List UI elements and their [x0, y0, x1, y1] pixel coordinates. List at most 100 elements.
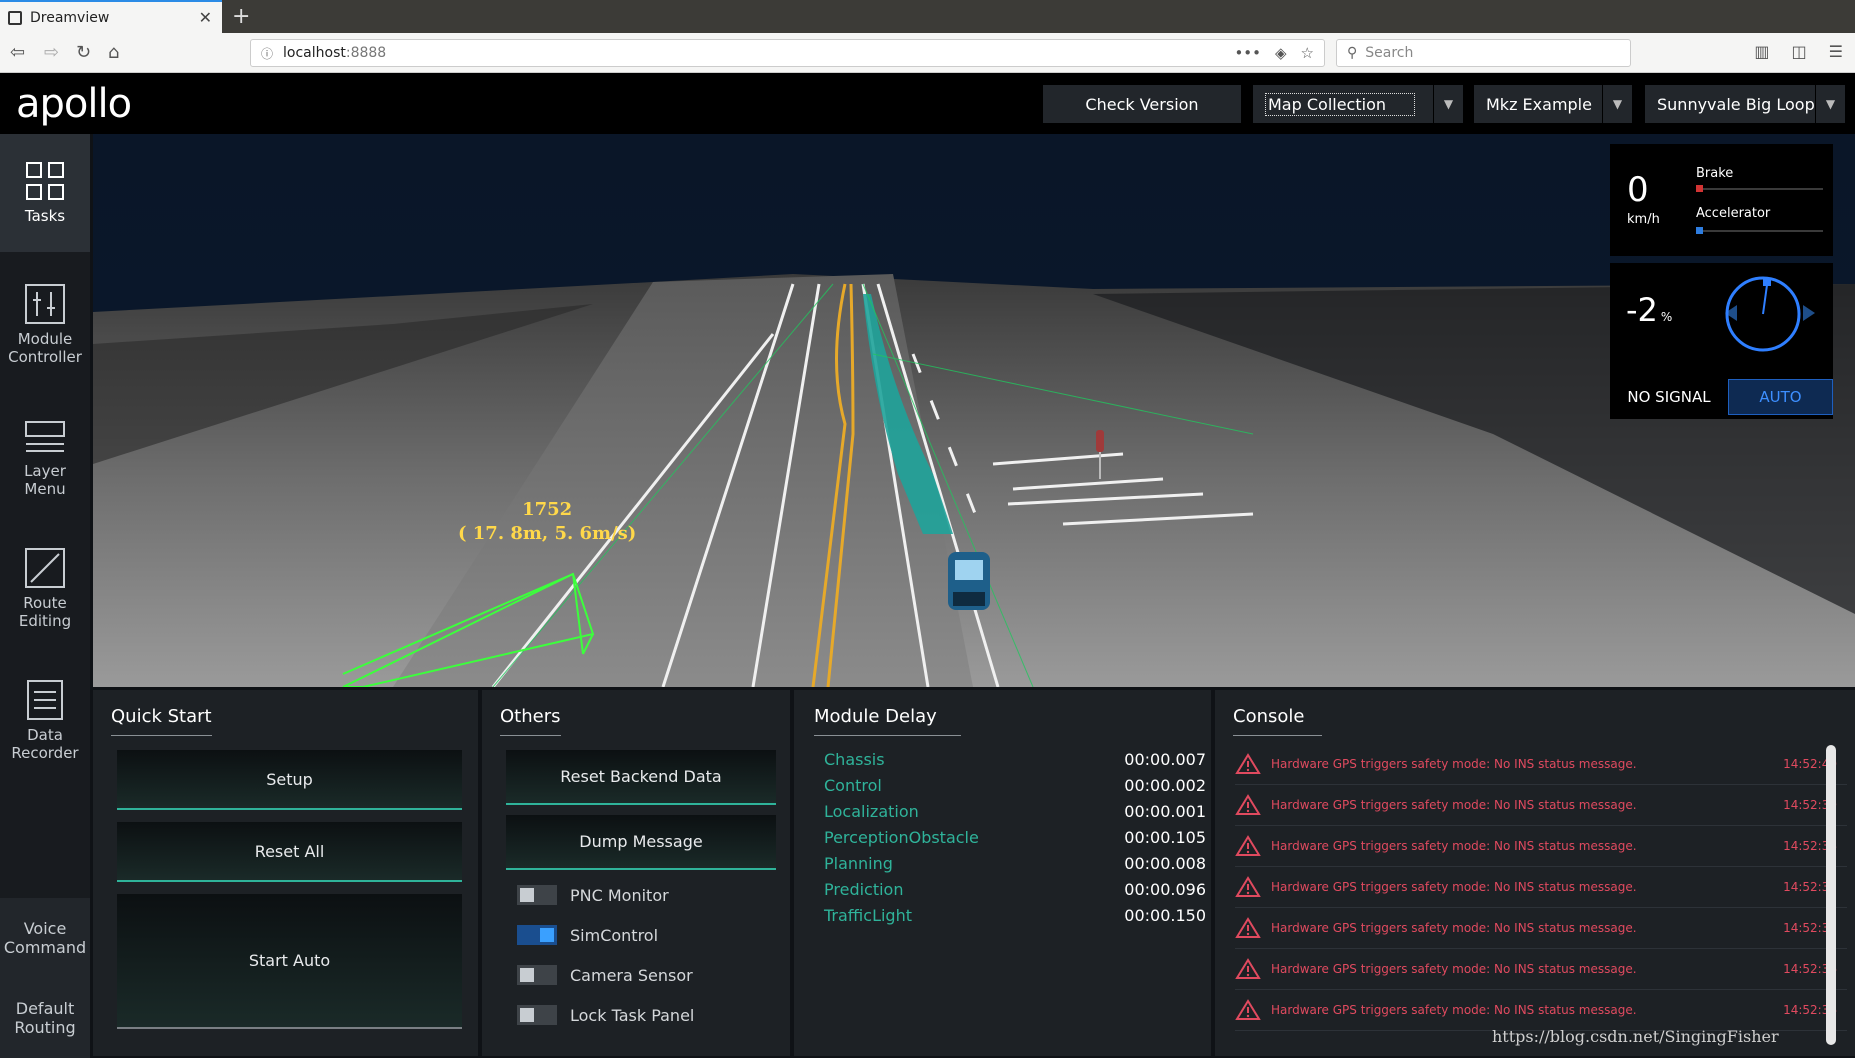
accelerator-indicator — [1696, 227, 1703, 234]
sidebar-item-module-controller[interactable]: Module Controller — [0, 266, 90, 384]
check-version-button[interactable]: Check Version — [1043, 85, 1241, 123]
console-scrollbar[interactable] — [1826, 745, 1836, 1045]
tasks-icon — [26, 162, 64, 200]
speed-panel: 0 km/h Brake Accelerator — [1610, 144, 1833, 256]
watermark: https://blog.csdn.net/SingingFisher — [1492, 1027, 1779, 1046]
mode-select[interactable]: Map Collection ▼ — [1253, 85, 1463, 123]
reset-backend-data-button[interactable]: Reset Backend Data — [506, 750, 776, 805]
sidebar: Tasks Module Controller Layer Menu Route… — [0, 134, 90, 1058]
lock-task-panel-toggle[interactable]: Lock Task Panel — [517, 1005, 694, 1025]
sidebar-toggle-icon[interactable]: ◫ — [1792, 42, 1807, 61]
delay-row: Control 00:00.002 — [824, 776, 1206, 795]
simcontrol-toggle[interactable]: SimControl — [517, 925, 658, 945]
browser-chrome: Dreamview ✕ + ⇦ ⇨ ↻ ⌂ ⓘ localhost:8888 •… — [0, 0, 1855, 73]
layer-menu-icon — [25, 421, 65, 452]
toggle-switch[interactable] — [517, 1005, 557, 1025]
toggle-switch[interactable] — [517, 965, 557, 985]
toggle-switch[interactable] — [517, 885, 557, 905]
info-icon[interactable]: ⓘ — [261, 45, 273, 62]
delay-row: PerceptionObstacle 00:00.105 — [824, 828, 1206, 847]
brake-bar — [1696, 185, 1823, 192]
home-icon[interactable]: ⌂ — [108, 42, 119, 63]
console-panel: Console Hardware GPS triggers safety mod… — [1215, 690, 1855, 1056]
new-tab-icon[interactable]: + — [232, 4, 250, 29]
accelerator-bar — [1696, 227, 1823, 234]
module-delay-title: Module Delay — [814, 706, 961, 736]
sidebar-item-data-recorder[interactable]: Data Recorder — [0, 662, 90, 780]
scene-canvas[interactable] — [93, 134, 1855, 687]
sidebar-item-layer-menu[interactable]: Layer Menu — [0, 398, 90, 516]
setup-button[interactable]: Setup — [117, 750, 462, 810]
steering-panel: -2% NO SIGNAL AUTO — [1610, 263, 1833, 419]
search-icon: ⚲ — [1347, 45, 1358, 61]
module-controller-icon — [25, 284, 65, 324]
steering-readout: -2% — [1626, 291, 1672, 329]
search-placeholder: Search — [1365, 45, 1414, 61]
data-recorder-icon — [27, 680, 63, 720]
sidebar-item-route-editing[interactable]: Route Editing — [0, 530, 90, 648]
tab-title: Dreamview — [30, 9, 110, 26]
close-tab-icon[interactable]: ✕ — [199, 8, 212, 27]
bookmark-star-icon[interactable]: ☆ — [1301, 44, 1314, 62]
speed-unit: km/h — [1627, 212, 1660, 227]
library-icon[interactable]: ▥ — [1754, 42, 1769, 61]
app-header: apollo Check Version Map Collection ▼ Mk… — [0, 73, 1855, 134]
quick-start-title: Quick Start — [111, 706, 212, 736]
console-row: Hardware GPS triggers safety mode: No IN… — [1235, 867, 1847, 908]
delay-row: Localization 00:00.001 — [824, 802, 1206, 821]
scene-view[interactable]: 1752 ( 17. 8m, 5. 6m/s) — [93, 134, 1855, 687]
warning-icon — [1235, 958, 1261, 979]
steering-wheel-icon — [1725, 276, 1815, 352]
pocket-icon[interactable]: ◈ — [1275, 44, 1287, 62]
warning-icon — [1235, 876, 1261, 897]
console-row: Hardware GPS triggers safety mode: No IN… — [1235, 826, 1847, 867]
console-row: Hardware GPS triggers safety mode: No IN… — [1235, 744, 1847, 785]
pnc-monitor-toggle[interactable]: PNC Monitor — [517, 885, 669, 905]
tab-bar: Dreamview ✕ + — [0, 0, 1855, 33]
sidebar-item-tasks[interactable]: Tasks — [0, 134, 90, 252]
reset-all-button[interactable]: Reset All — [117, 822, 462, 882]
forward-icon[interactable]: ⇨ — [44, 42, 59, 63]
steering-value: -2 — [1626, 291, 1658, 329]
route-editing-icon — [25, 548, 65, 588]
obstacle-label: 1752 ( 17. 8m, 5. 6m/s) — [458, 498, 636, 546]
delay-row: Chassis 00:00.007 — [824, 750, 1206, 769]
obstacle-info: ( 17. 8m, 5. 6m/s) — [458, 523, 637, 544]
voice-command-button[interactable]: Voice Command — [0, 898, 90, 978]
delay-row: Prediction 00:00.096 — [824, 880, 1206, 899]
chevron-down-icon[interactable]: ▼ — [1602, 85, 1632, 123]
chevron-down-icon[interactable]: ▼ — [1433, 85, 1463, 123]
default-routing-button[interactable]: Default Routing — [0, 978, 90, 1058]
reload-icon[interactable]: ↻ — [76, 42, 91, 63]
module-delay-panel: Module Delay Chassis 00:00.007 Control 00:… — [794, 690, 1211, 1056]
vehicle-select[interactable]: Mkz Example ▼ — [1474, 85, 1632, 123]
search-input[interactable]: ⚲ Search — [1336, 39, 1631, 67]
signal-status: NO SIGNAL — [1627, 388, 1711, 406]
menu-icon[interactable]: ☰ — [1829, 42, 1843, 61]
url-text[interactable]: localhost:8888 — [283, 45, 1234, 61]
console-row: Hardware GPS triggers safety mode: No IN… — [1235, 785, 1847, 826]
warning-icon — [1235, 835, 1261, 856]
back-icon[interactable]: ⇦ — [10, 42, 25, 63]
map-select[interactable]: Sunnyvale Big Loop ▼ — [1645, 85, 1845, 123]
others-title: Others — [500, 706, 561, 736]
start-auto-button[interactable]: Start Auto — [117, 894, 462, 1029]
brake-label: Brake — [1696, 166, 1734, 181]
browser-tab[interactable]: Dreamview ✕ — [0, 0, 222, 33]
console-row: Hardware GPS triggers safety mode: No IN… — [1235, 949, 1847, 990]
dump-message-button[interactable]: Dump Message — [506, 815, 776, 870]
apollo-logo: apollo — [16, 81, 132, 127]
url-bar[interactable]: ⓘ localhost:8888 ••• ◈ ☆ — [250, 39, 1325, 67]
others-panel: Others Reset Backend Data Dump Message P… — [482, 690, 790, 1056]
speed-value: 0 — [1627, 170, 1649, 210]
favicon-icon — [8, 10, 22, 25]
quick-start-panel: Quick Start Setup Reset All Start Auto — [93, 690, 478, 1056]
camera-sensor-toggle[interactable]: Camera Sensor — [517, 965, 693, 985]
toggle-switch[interactable] — [517, 925, 557, 945]
brake-indicator — [1696, 185, 1703, 192]
warning-icon — [1235, 794, 1261, 815]
page-actions-icon[interactable]: ••• — [1234, 44, 1261, 62]
chevron-down-icon[interactable]: ▼ — [1815, 85, 1845, 123]
warning-icon — [1235, 753, 1261, 774]
console-row: Hardware GPS triggers safety mode: No IN… — [1235, 990, 1847, 1031]
